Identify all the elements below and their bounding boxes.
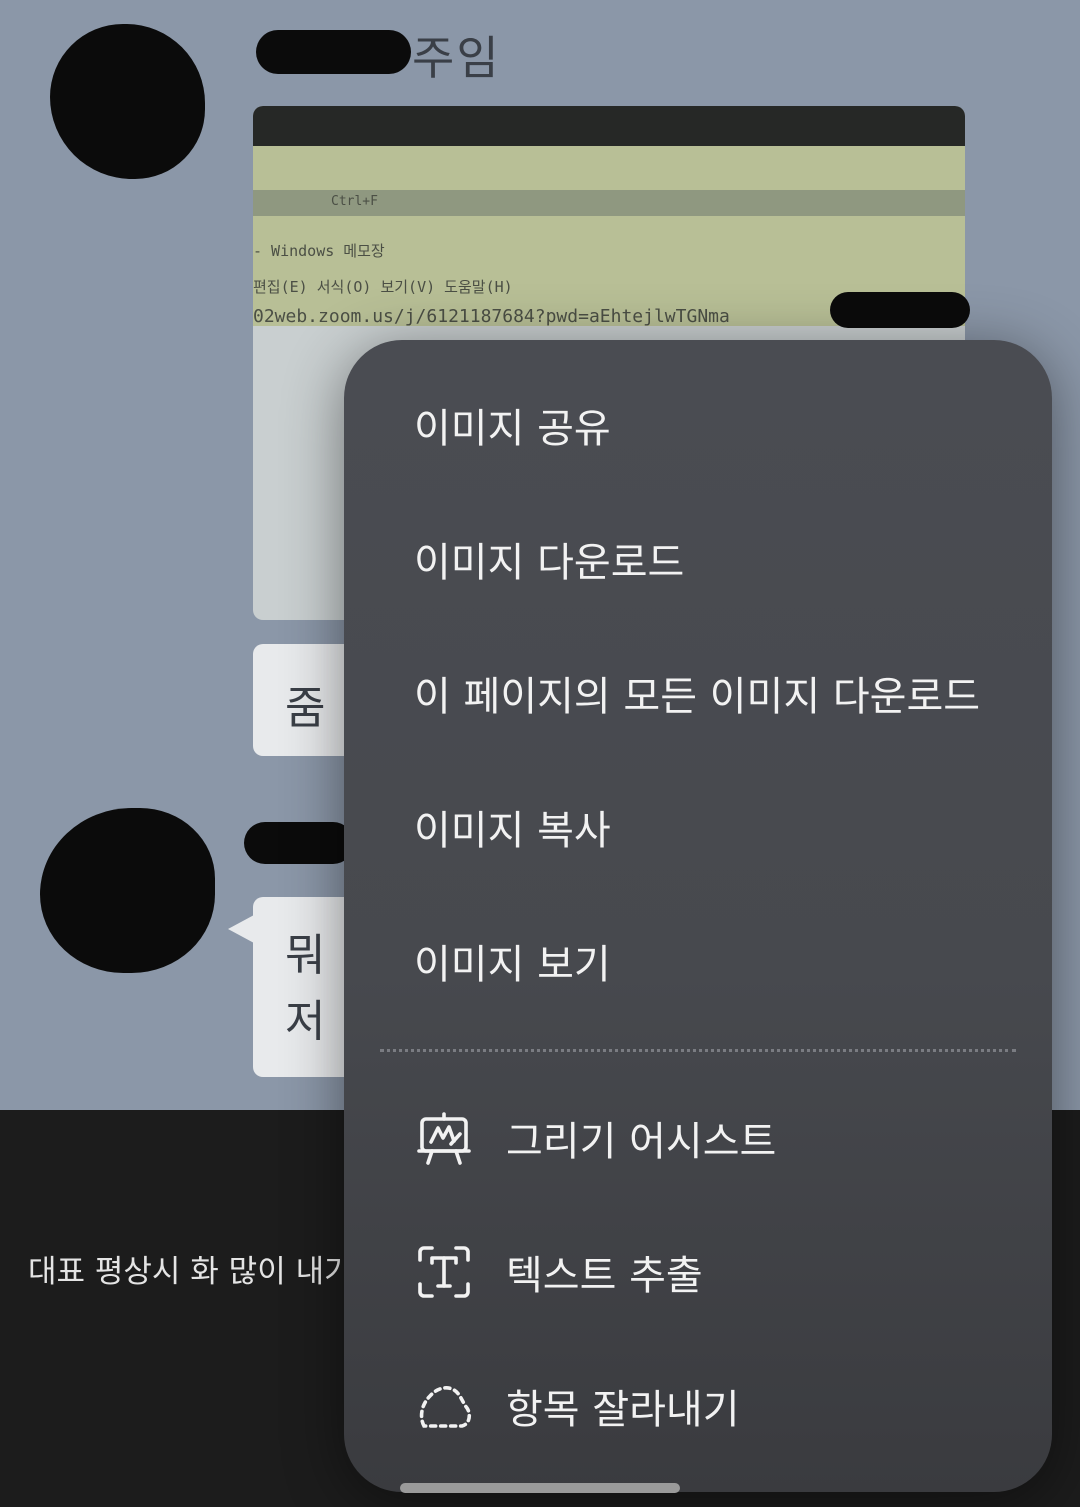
menu-item-extract-text[interactable]: 텍스트 추출 bbox=[344, 1205, 1052, 1339]
bubble-text: 줌 bbox=[285, 683, 326, 734]
easel-pen-icon bbox=[416, 1110, 472, 1166]
avatar-redacted bbox=[40, 808, 215, 973]
image-context-menu: 이미지 공유 이미지 다운로드 이 페이지의 모든 이미지 다운로드 이미지 복… bbox=[344, 340, 1052, 1492]
photo-tab-text: Ctrl+F bbox=[331, 194, 378, 209]
menu-item-label: 이미지 복사 bbox=[414, 808, 611, 854]
bottom-caption: 대표 평상시 화 많이 내가 bbox=[28, 1254, 353, 1290]
text-frame-icon bbox=[416, 1244, 472, 1300]
menu-item-label: 항목 잘라내기 bbox=[506, 1387, 740, 1433]
photo-dark-band bbox=[253, 106, 965, 146]
bubble-text-line: 뭐 bbox=[285, 930, 326, 981]
menu-item-crop-item[interactable]: 항목 잘라내기 bbox=[344, 1339, 1052, 1473]
bubble-tail bbox=[228, 915, 254, 943]
menu-item-share-image[interactable]: 이미지 공유 bbox=[344, 358, 1052, 492]
redacted-name bbox=[256, 30, 411, 74]
photo-url-text: 02web.zoom.us/j/6121187684?pwd=aEhtejlwT… bbox=[253, 306, 730, 327]
photo-menu-bar: 편집(E) 서식(O) 보기(V) 도움말(H) bbox=[253, 278, 513, 296]
bubble-text-line: 저 bbox=[285, 996, 326, 1047]
avatar-redacted bbox=[50, 24, 205, 179]
dashed-lasso-icon bbox=[416, 1378, 472, 1434]
redacted-url bbox=[830, 292, 970, 328]
menu-item-download-all-images[interactable]: 이 페이지의 모든 이미지 다운로드 bbox=[344, 626, 1052, 760]
menu-item-label: 이 페이지의 모든 이미지 다운로드 bbox=[414, 674, 981, 720]
menu-item-drawing-assist[interactable]: 그리기 어시스트 bbox=[344, 1071, 1052, 1205]
menu-item-label: 이미지 공유 bbox=[414, 406, 611, 452]
menu-item-download-image[interactable]: 이미지 다운로드 bbox=[344, 492, 1052, 626]
menu-item-view-image[interactable]: 이미지 보기 bbox=[344, 894, 1052, 1028]
menu-item-label: 이미지 보기 bbox=[414, 942, 611, 988]
menu-item-label: 그리기 어시스트 bbox=[506, 1119, 777, 1165]
sender-name: 주임 bbox=[412, 31, 501, 85]
photo-window-title: - Windows 메모장 bbox=[253, 242, 385, 260]
menu-item-label: 텍스트 추출 bbox=[506, 1253, 703, 1299]
menu-item-label: 이미지 다운로드 bbox=[414, 540, 685, 586]
home-indicator[interactable] bbox=[400, 1483, 680, 1493]
redacted-name bbox=[244, 822, 354, 864]
menu-item-copy-image[interactable]: 이미지 복사 bbox=[344, 760, 1052, 894]
menu-divider bbox=[380, 1049, 1016, 1052]
